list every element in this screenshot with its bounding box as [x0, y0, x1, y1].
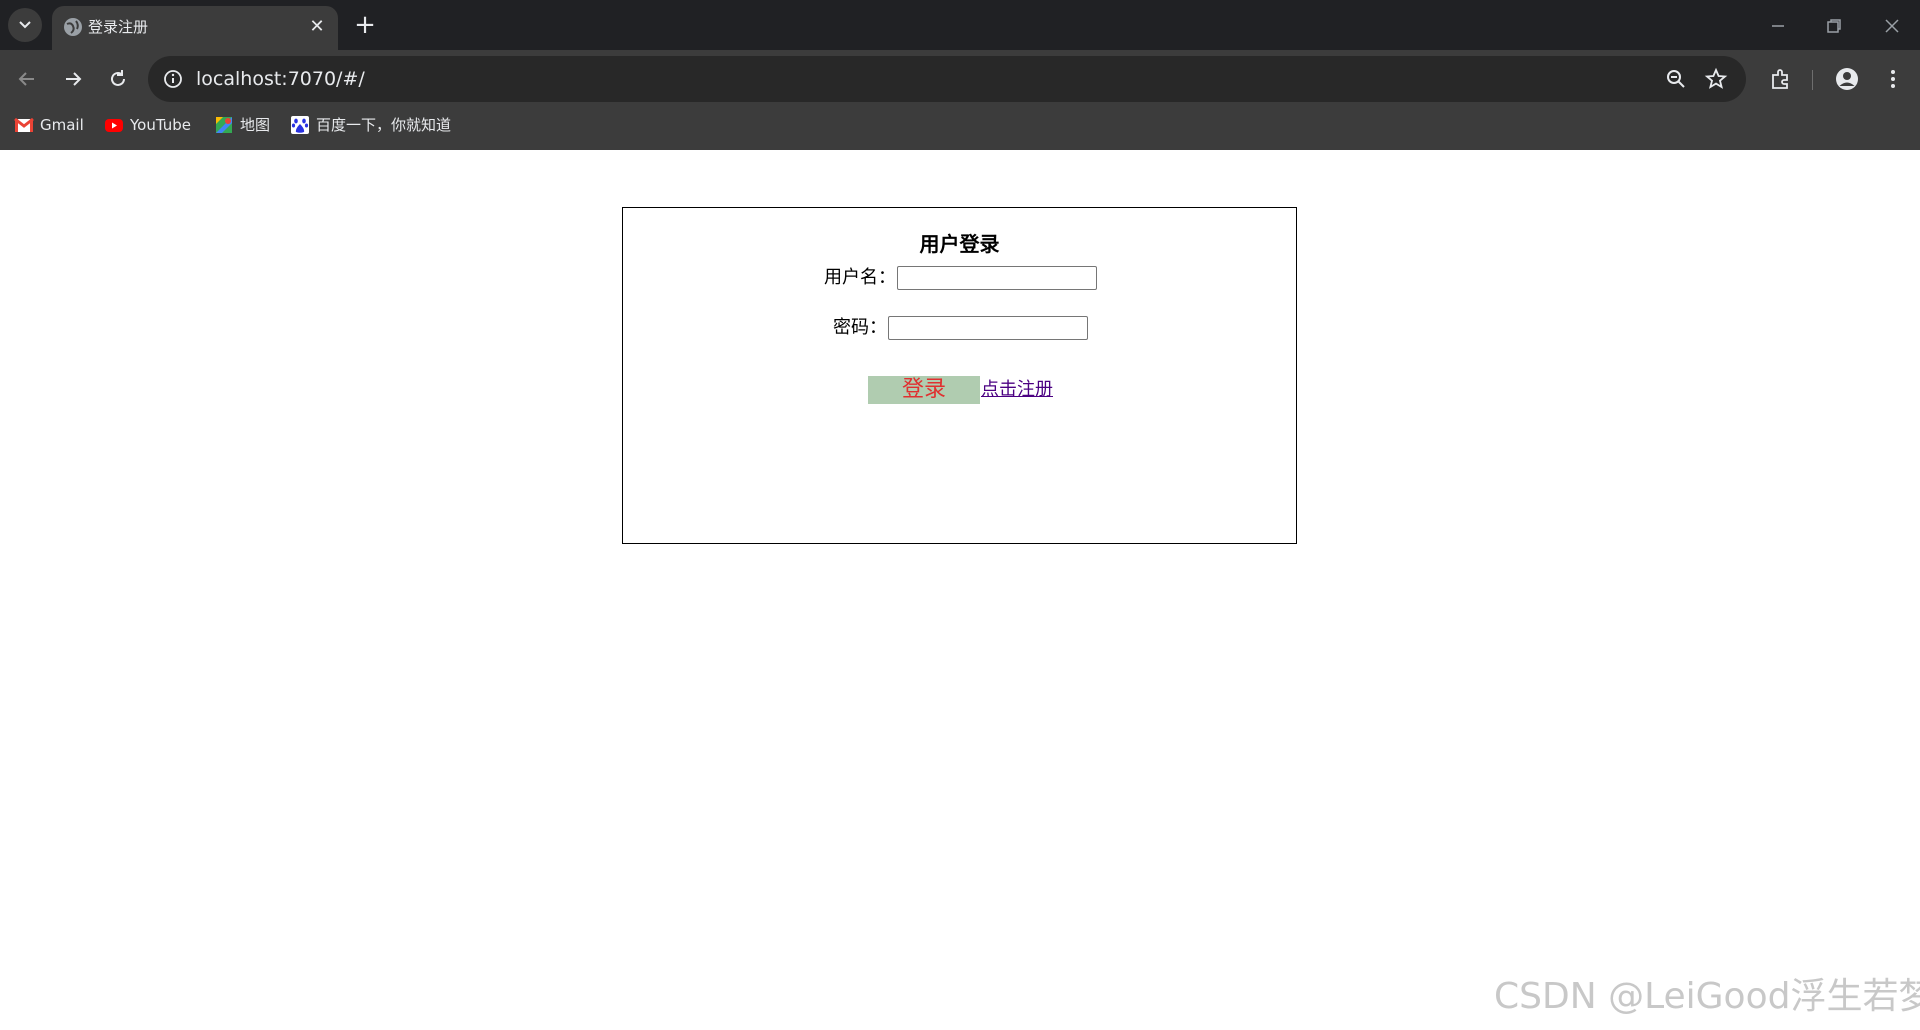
extensions-icon[interactable]: [1768, 66, 1794, 92]
forward-arrow-icon[interactable]: [60, 66, 86, 92]
tab-active[interactable]: 登录注册 ✕: [52, 6, 338, 50]
close-tab-icon[interactable]: ✕: [308, 18, 326, 36]
tab-strip: 登录注册 ✕ +: [0, 0, 1920, 50]
watermark: CSDN @LeiGood浮生若梦: [1494, 976, 1920, 1017]
bookmarks-bar: Gmail YouTube 地图 百度一下，你就知道: [0, 110, 1920, 140]
bookmark-youtube[interactable]: YouTube: [104, 114, 191, 136]
login-title: 用户登录: [919, 232, 1000, 256]
tab-search-button[interactable]: [8, 8, 42, 42]
bookmark-gmail[interactable]: Gmail: [14, 114, 84, 136]
youtube-icon: [105, 119, 123, 132]
back-arrow-icon[interactable]: [14, 66, 40, 92]
menu-kebab-icon[interactable]: [1880, 66, 1906, 92]
browser-toolbar: localhost:7070/#/: [0, 50, 1920, 108]
bookmark-maps[interactable]: 地图: [214, 114, 270, 136]
close-window-icon[interactable]: [1880, 14, 1904, 38]
tab-title: 登录注册: [88, 18, 149, 36]
gmail-icon: [14, 117, 34, 132]
minimize-icon[interactable]: [1766, 14, 1790, 38]
reload-icon[interactable]: [105, 66, 131, 92]
zoom-icon[interactable]: [1664, 67, 1688, 91]
register-link[interactable]: 点击注册: [981, 378, 1053, 402]
profile-icon[interactable]: [1834, 66, 1860, 92]
address-bar[interactable]: localhost:7070/#/: [148, 56, 1746, 102]
toolbar-divider: [1812, 70, 1813, 90]
username-label: 用户名：: [824, 267, 896, 288]
restore-icon[interactable]: [1822, 14, 1846, 38]
maps-icon: [216, 117, 232, 133]
login-panel: 用户登录 用户名： 密码： 登录 点击注册: [622, 207, 1297, 544]
bookmark-star-icon[interactable]: [1704, 67, 1728, 91]
site-info-icon[interactable]: [162, 68, 184, 90]
password-label: 密码：: [833, 317, 887, 338]
username-input[interactable]: [897, 266, 1097, 290]
bookmark-baidu[interactable]: 百度一下，你就知道: [290, 114, 451, 136]
password-input[interactable]: [888, 316, 1088, 340]
new-tab-icon[interactable]: +: [352, 12, 378, 38]
page-content: 用户登录 用户名： 密码： 登录 点击注册: [0, 150, 1920, 1030]
baidu-icon: [291, 116, 309, 134]
address-url[interactable]: localhost:7070/#/: [196, 67, 365, 91]
browser-chrome: 登录注册 ✕ + localhost:7070/#/ Gmail YouTube…: [0, 0, 1920, 150]
chevron-down-icon: [19, 21, 31, 29]
globe-icon: [64, 18, 82, 36]
login-button[interactable]: 登录: [868, 376, 980, 404]
